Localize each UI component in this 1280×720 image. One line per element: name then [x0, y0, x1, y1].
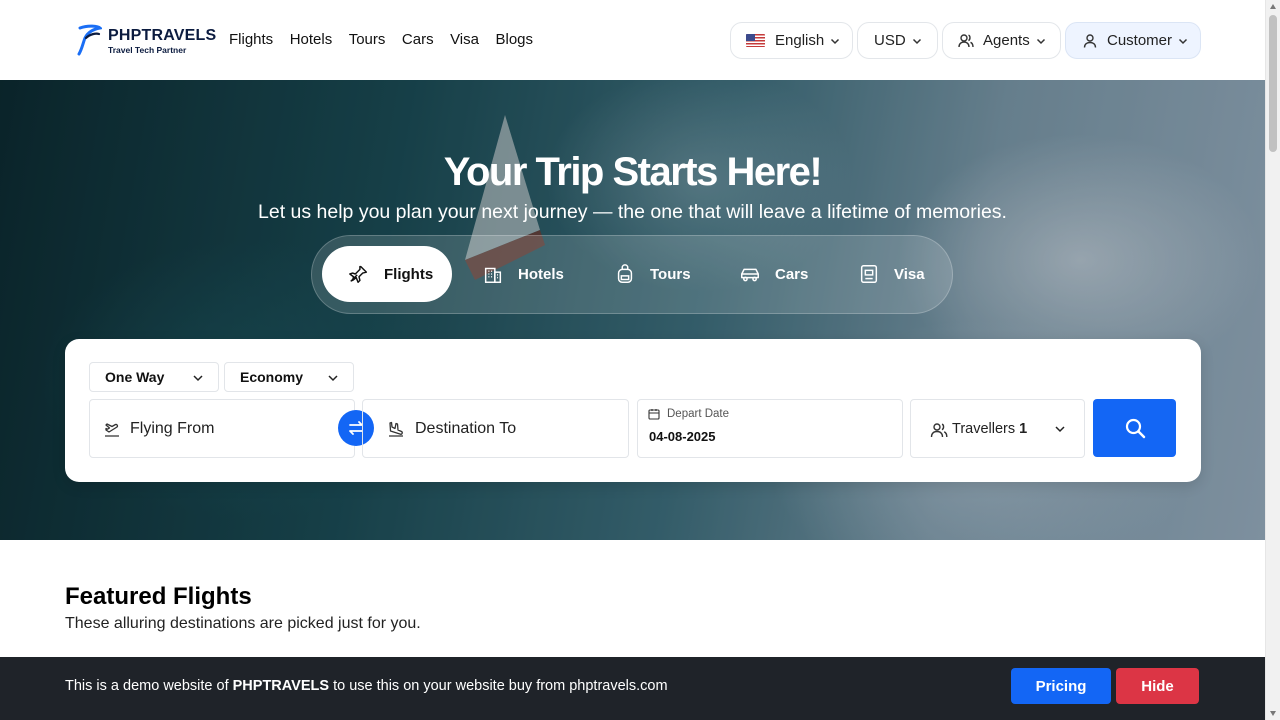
site-header: PHPTRAVELS Travel Tech Partner Flights H… [0, 0, 1265, 80]
destination-to-placeholder: Destination To [415, 420, 517, 437]
cabin-class-select[interactable]: Economy [224, 362, 354, 392]
demo-notice-text: This is a demo website of PHPTRAVELS to … [65, 678, 668, 694]
landing-icon [389, 421, 403, 437]
tab-visa-label: Visa [894, 265, 925, 283]
demo-brand: PHPTRAVELS [232, 678, 330, 694]
hide-button[interactable]: Hide [1116, 668, 1199, 704]
trip-type-value: One Way [105, 369, 165, 385]
tab-flights-label: Flights [384, 265, 434, 283]
logo-mark-icon [77, 24, 102, 56]
tab-hotels[interactable]: Hotels [482, 246, 564, 302]
demo-notice-bar: This is a demo website of PHPTRAVELS to … [0, 657, 1265, 720]
currency-label: USD [874, 32, 906, 49]
language-dropdown[interactable]: English [730, 22, 853, 59]
travellers-text: Travellers [952, 421, 1016, 437]
cabin-class-value: Economy [240, 369, 304, 385]
us-flag-icon [746, 34, 765, 47]
featured-flights-subtitle: These alluring destinations are picked j… [65, 615, 421, 632]
currency-dropdown[interactable]: USD [857, 22, 938, 59]
logo-name: PHPTRAVELS [108, 27, 217, 44]
travellers-label: Travellers 1 [952, 421, 1027, 437]
scroll-down-arrow-icon[interactable] [1270, 711, 1276, 716]
agents-label: Agents [983, 32, 1030, 49]
chevron-down-icon [912, 38, 921, 44]
user-icon [1083, 33, 1097, 48]
hero-subtitle: Let us help you plan your next journey —… [258, 201, 1007, 223]
demo-prefix: This is a demo website of [65, 678, 233, 694]
building-icon [484, 267, 502, 283]
tab-visa[interactable]: Visa [858, 246, 925, 302]
tab-flights[interactable]: Flights [322, 246, 452, 302]
chevron-down-icon [1036, 38, 1045, 44]
demo-suffix: to use this on your website buy from php… [329, 678, 668, 694]
users-icon [930, 423, 948, 438]
tab-tours-label: Tours [650, 265, 691, 283]
depart-date-value: 04-08-2025 [649, 429, 716, 444]
nav-tours[interactable]: Tours [349, 31, 386, 49]
car-icon [741, 268, 759, 282]
travellers-dropdown[interactable]: Travellers 1 [910, 399, 1085, 458]
chevron-down-icon [328, 375, 338, 382]
flying-from-placeholder: Flying From [130, 420, 215, 437]
plane-icon [349, 265, 368, 283]
logo-tagline: Travel Tech Partner [108, 45, 187, 55]
tab-tours[interactable]: Tours [614, 246, 691, 302]
nav-blogs[interactable]: Blogs [496, 31, 534, 49]
flight-search-form: One Way Economy Flying From Destination … [65, 339, 1201, 482]
service-tabs: Flights Hotels Tours Cars Visa [311, 235, 953, 314]
featured-flights-title: Featured Flights [65, 583, 252, 610]
depart-date-input[interactable]: Depart Date 04-08-2025 [637, 399, 903, 458]
hero-title: Your Trip Starts Here! [443, 150, 823, 194]
tab-cars-label: Cars [775, 265, 809, 283]
nav-cars[interactable]: Cars [402, 31, 434, 49]
tab-cars[interactable]: Cars [739, 246, 808, 302]
customer-dropdown[interactable]: Customer [1065, 22, 1201, 59]
language-label: English [775, 32, 825, 49]
nav-hotels[interactable]: Hotels [290, 31, 333, 49]
chevron-down-icon [193, 375, 203, 382]
takeoff-icon [105, 423, 119, 437]
destination-to-input[interactable]: Destination To [362, 399, 629, 458]
agents-dropdown[interactable]: Agents [942, 22, 1061, 59]
chevron-down-icon [831, 38, 840, 44]
users-icon [958, 33, 974, 47]
customer-label: Customer [1107, 32, 1173, 49]
nav-flights[interactable]: Flights [229, 31, 273, 49]
pricing-button[interactable]: Pricing [1011, 668, 1111, 704]
calendar-icon [648, 409, 660, 420]
tab-hotels-label: Hotels [518, 265, 564, 283]
scroll-up-arrow-icon[interactable] [1270, 4, 1276, 9]
logo[interactable]: PHPTRAVELS Travel Tech Partner [76, 24, 216, 56]
page-scrollbar[interactable] [1265, 0, 1280, 720]
scrollbar-thumb[interactable] [1269, 15, 1277, 152]
flying-from-input[interactable]: Flying From [89, 399, 355, 458]
main-nav: Flights Hotels Tours Cars Visa Blogs [229, 31, 550, 49]
backpack-icon [617, 264, 633, 283]
depart-date-label: Depart Date [667, 408, 730, 420]
nav-visa[interactable]: Visa [450, 31, 479, 49]
trip-type-select[interactable]: One Way [89, 362, 219, 392]
chevron-down-icon [1055, 426, 1065, 433]
chevron-down-icon [1179, 38, 1188, 44]
search-button[interactable] [1093, 399, 1176, 457]
travellers-count: 1 [1019, 421, 1028, 437]
search-icon [1125, 418, 1145, 439]
passport-icon [860, 265, 878, 283]
